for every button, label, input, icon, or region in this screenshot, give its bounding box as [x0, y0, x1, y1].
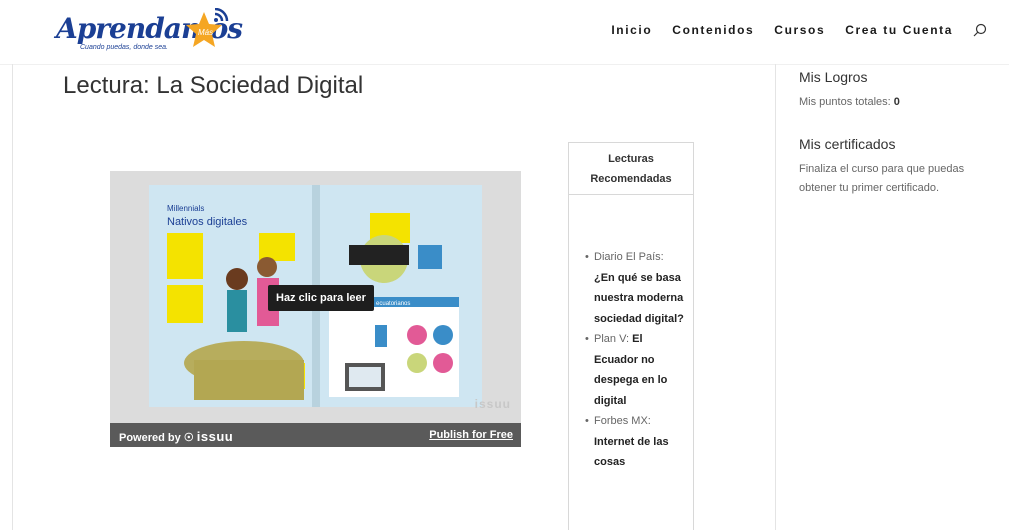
nav-inicio[interactable]: Inicio	[611, 23, 652, 37]
left-divider	[12, 64, 13, 530]
reading-source: Plan V:	[594, 333, 630, 345]
nav-crea-tu-cuenta[interactable]: Crea tu Cuenta	[845, 23, 953, 37]
points-text: Mis puntos totales: 0	[799, 93, 900, 112]
issuu-watermark: issuu	[474, 397, 511, 411]
points-label: Mis puntos totales:	[799, 96, 891, 108]
star-logo-icon: Más	[186, 8, 229, 47]
magazine-header-small: Millennials	[167, 204, 204, 213]
points-value: 0	[893, 96, 900, 108]
list-item: Diario El País: ¿En qué se basa nuestra …	[585, 247, 685, 329]
magazine-title: Nativos digitales	[167, 216, 248, 228]
logo-badge: Más	[198, 28, 213, 37]
search-icon[interactable]	[973, 23, 987, 37]
certificates-title: Mis certificados	[799, 136, 896, 152]
site-logo[interactable]: Aprendamos Cuando puedas, donde sea. Más	[54, 8, 244, 56]
sidebar-divider	[775, 64, 776, 530]
issuu-logo-icon: ☉	[183, 432, 194, 444]
list-item: Forbes MX: Internet de las cosas	[585, 411, 685, 473]
reading-source: Diario El País:	[594, 251, 664, 263]
list-item: Plan V: El Ecuador no despega en lo digi…	[585, 329, 685, 411]
main-nav: Inicio Contenidos Cursos Crea tu Cuenta	[591, 23, 987, 37]
certificates-text: Finaliza el curso para que puedas obtene…	[799, 163, 965, 194]
issuu-logo-text: issuu	[196, 429, 234, 444]
powered-by[interactable]: Powered by ☉ issuu	[119, 429, 233, 444]
click-to-read-button[interactable]: Haz clic para leer	[268, 285, 374, 311]
reading-source: Forbes MX:	[594, 415, 651, 427]
publish-for-free-link[interactable]: Publish for Free	[429, 429, 513, 441]
reading-link[interactable]: Internet de las cosas	[594, 436, 669, 469]
readings-widget: Lecturas Recomendadas Diario El País: ¿E…	[568, 142, 694, 530]
nav-contenidos[interactable]: Contenidos	[672, 23, 754, 37]
issuu-embed[interactable]: Millennials Nativos digitales Los Millen…	[110, 171, 521, 447]
powered-by-label: Powered by	[119, 432, 181, 444]
logo-tagline: Cuando puedas, donde sea.	[80, 44, 168, 51]
readings-list: Diario El País: ¿En qué se basa nuestra …	[585, 247, 685, 473]
site-header: Aprendamos Cuando puedas, donde sea. Más…	[0, 0, 1009, 64]
issuu-bar: Powered by ☉ issuu Publish for Free	[110, 423, 521, 447]
reading-link[interactable]: ¿En qué se basa nuestra moderna sociedad…	[594, 272, 684, 325]
achievements-title: Mis Logros	[799, 69, 868, 85]
readings-title: Lecturas Recomendadas	[569, 143, 693, 195]
nav-cursos[interactable]: Cursos	[774, 23, 825, 37]
page-title: Lectura: La Sociedad Digital	[63, 72, 364, 99]
